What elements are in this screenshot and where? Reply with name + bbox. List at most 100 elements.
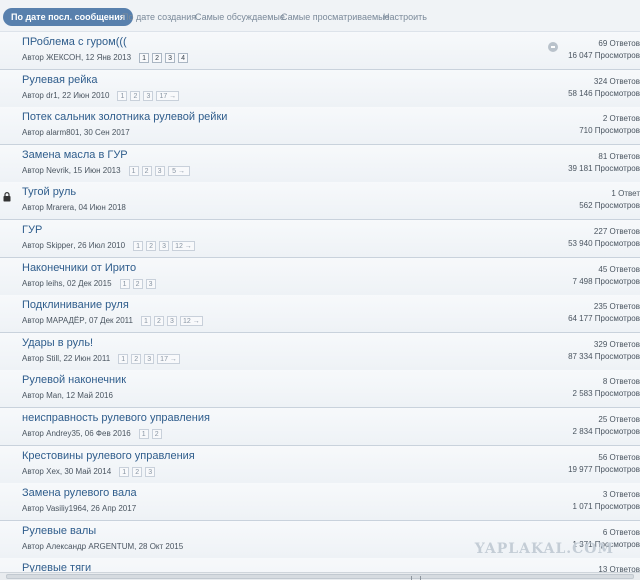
- page-link[interactable]: 2: [152, 52, 163, 63]
- page-link[interactable]: 1: [138, 428, 149, 439]
- topic-stats: 45 Ответов 7 498 Просмотров: [573, 264, 640, 288]
- view-count: 19 977 Просмотров: [568, 465, 640, 474]
- topic-author[interactable]: Автор Vasiliy1964: [22, 503, 86, 514]
- page-link[interactable]: 2: [132, 278, 143, 289]
- topic-author[interactable]: Автор Andrey35: [22, 428, 80, 439]
- topic-date: , 12 Янв 2013: [81, 53, 132, 62]
- page-link[interactable]: 3: [166, 315, 177, 326]
- topic-title-link[interactable]: неисправность рулевого управления: [22, 412, 210, 424]
- topic-author[interactable]: Автор leihs: [22, 278, 63, 289]
- unread-dot-icon[interactable]: [548, 42, 558, 52]
- page-link[interactable]: 3: [165, 52, 176, 63]
- topic-author[interactable]: Автор Man: [22, 390, 62, 401]
- page-link[interactable]: 1: [119, 466, 130, 477]
- topic-pagination: 1 2 3 12 →: [133, 240, 198, 251]
- topic-row: Рулевая рейка Автор dr1, 22 Июн 2010 1 2 3 17…: [0, 70, 640, 108]
- page-link[interactable]: 2: [131, 353, 142, 364]
- topic-title-link[interactable]: ГУР: [22, 224, 42, 236]
- page-link[interactable]: 3: [145, 278, 156, 289]
- page-link[interactable]: 2: [153, 315, 164, 326]
- view-count: 2 583 Просмотров: [572, 389, 640, 398]
- topic-author[interactable]: Автор dr1: [22, 90, 58, 101]
- tab-most-viewed[interactable]: Самые просматриваемые: [281, 8, 390, 26]
- topic-title-link[interactable]: Рулевые валы: [22, 525, 96, 537]
- topic-stats: 3 Ответов 1 071 Просмотров: [573, 489, 640, 513]
- topic-title-link[interactable]: Наконечники от Ирито: [22, 262, 136, 274]
- topic-title-link[interactable]: Удары в руль!: [22, 337, 93, 349]
- topic-stats: 69 Ответов 16 047 Просмотров: [568, 38, 640, 62]
- page-link[interactable]: 1: [133, 240, 144, 251]
- page-link[interactable]: 1: [119, 278, 130, 289]
- view-count: 64 177 Просмотров: [568, 314, 640, 323]
- view-count: 2 834 Просмотров: [572, 427, 640, 436]
- page-link[interactable]: 2: [132, 466, 143, 477]
- page-link[interactable]: 1: [118, 353, 129, 364]
- sort-tab-bar: По дате посл. сообщения По дате создания…: [0, 0, 640, 32]
- page-link[interactable]: 3: [154, 165, 165, 176]
- topic-title-link[interactable]: Подклинивание руля: [22, 299, 129, 311]
- scrollbar-thumb[interactable]: [6, 574, 634, 580]
- topic-author[interactable]: Автор Александр ARGENTUM: [22, 541, 134, 552]
- horizontal-scrollbar[interactable]: [0, 572, 640, 580]
- topic-row: ГУР Автор Skipper, 26 Июл 2010 1 2 3 12 → 227 …: [0, 220, 640, 258]
- page-link[interactable]: 2: [141, 165, 152, 176]
- reply-count: 1 Ответ: [611, 189, 640, 198]
- topic-author[interactable]: Автор Nevrik: [22, 165, 69, 176]
- topic-stats: 1 Ответ 562 Просмотров: [579, 188, 640, 212]
- topic-row: Рулевой наконечник Автор Man, 12 Май 2016…: [0, 370, 640, 408]
- topic-title-link[interactable]: Тугой руль: [22, 186, 76, 198]
- topic-author[interactable]: Автор Mrarera: [22, 202, 74, 213]
- page-link[interactable]: 1: [128, 165, 139, 176]
- topic-title-link[interactable]: Замена масла в ГУР: [22, 149, 128, 161]
- page-link[interactable]: 3: [145, 466, 156, 477]
- page-link[interactable]: 1: [140, 315, 151, 326]
- reply-count: 2 Ответов: [602, 114, 640, 123]
- topic-title-link[interactable]: ПРоблема с гуром(((: [22, 36, 127, 48]
- page-link[interactable]: 17 →: [156, 90, 180, 101]
- page-link[interactable]: 3: [159, 240, 170, 251]
- topic-title-link[interactable]: Рулевая рейка: [22, 74, 98, 86]
- page-link[interactable]: 1: [139, 52, 150, 63]
- topic-author[interactable]: Автор ЖЕКСОН: [22, 52, 81, 63]
- topic-stats: 235 Ответов 64 177 Просмотров: [568, 301, 640, 325]
- page-link[interactable]: 5 →: [167, 165, 190, 176]
- topic-stats: 329 Ответов 87 334 Просмотров: [568, 339, 640, 363]
- page-link[interactable]: 12 →: [172, 240, 195, 251]
- topic-stats: 56 Ответов 19 977 Просмотров: [568, 452, 640, 476]
- page-link[interactable]: 4: [178, 52, 189, 63]
- tab-by-last-post[interactable]: По дате посл. сообщения: [3, 8, 134, 26]
- page-link[interactable]: 3: [143, 90, 154, 101]
- reply-count: 324 Ответов: [593, 77, 640, 86]
- view-count: 58 146 Просмотров: [568, 89, 640, 98]
- topic-row: ПРоблема с гуром((( Автор ЖЕКСОН, 12 Янв …: [0, 32, 640, 70]
- topic-author[interactable]: Автор МАРАДЁР: [22, 315, 85, 326]
- topic-author[interactable]: Автор Skipper: [22, 240, 73, 251]
- page-link[interactable]: 3: [144, 353, 155, 364]
- topic-author[interactable]: Автор Still: [22, 353, 59, 364]
- topic-date: , 15 Июн 2013: [68, 166, 121, 175]
- tab-customize[interactable]: Настроить: [383, 8, 427, 26]
- tab-most-discussed[interactable]: Самые обсуждаемые: [195, 8, 285, 26]
- page-link[interactable]: 2: [130, 90, 141, 101]
- topic-row: Подклинивание руля Автор МАРАДЁР, 07 Дек …: [0, 295, 640, 333]
- topic-title-link[interactable]: Потек сальник золотника рулевой рейки: [22, 111, 227, 123]
- tab-by-creation-date[interactable]: По дате создания: [122, 8, 196, 26]
- topic-meta: Автор Xex, 30 Май 2014 1 2 3: [22, 466, 158, 477]
- topic-meta: Автор Man, 12 Май 2016: [22, 390, 113, 401]
- page-link[interactable]: 1: [117, 90, 128, 101]
- topic-title-link[interactable]: Рулевой наконечник: [22, 374, 126, 386]
- topic-pagination: 123: [119, 278, 159, 289]
- page-link[interactable]: 12 →: [179, 315, 203, 326]
- topic-date: , 07 Дек 2011: [84, 316, 133, 325]
- reply-count: 6 Ответов: [602, 528, 640, 537]
- topic-author[interactable]: Автор Xex: [22, 466, 60, 477]
- reply-count: 25 Ответов: [598, 415, 640, 424]
- topic-title-link[interactable]: Крестовины рулевого управления: [22, 450, 195, 462]
- topic-title-link[interactable]: Замена рулевого вала: [22, 487, 137, 499]
- page-link[interactable]: 17 →: [157, 353, 180, 364]
- topic-author[interactable]: Автор alarm801: [22, 127, 79, 138]
- page-link[interactable]: 2: [146, 240, 157, 251]
- topic-meta: Автор Vasiliy1964, 26 Апр 2017: [22, 503, 136, 514]
- page-link[interactable]: 2: [151, 428, 162, 439]
- topic-date: , 28 Окт 2015: [134, 542, 184, 551]
